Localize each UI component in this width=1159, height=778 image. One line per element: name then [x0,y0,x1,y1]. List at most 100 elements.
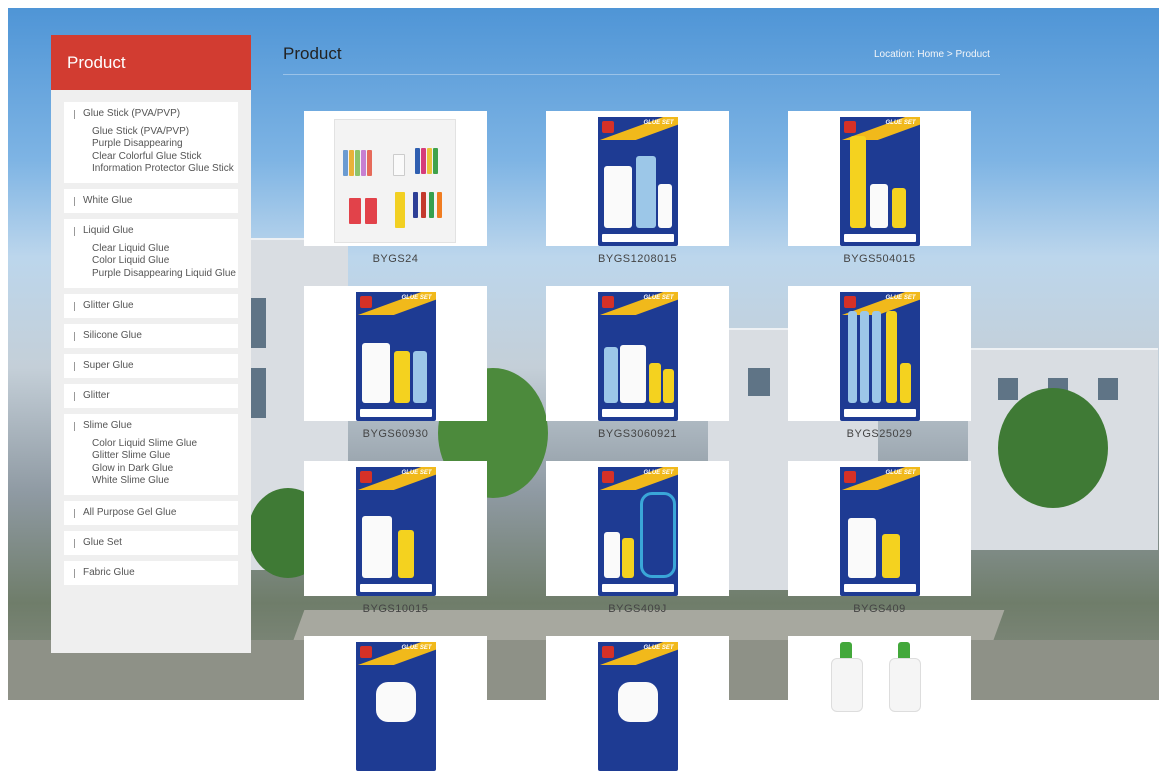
product-image[interactable]: GLUE SET [546,636,729,771]
header-divider [283,74,1000,75]
product-label[interactable]: BYGS25029 [788,428,971,440]
category-silicone-glue: Silicone Glue [64,324,238,349]
bullet-bar-icon [74,421,75,431]
category-link[interactable]: Silicone Glue [74,330,238,342]
subcategory-link[interactable]: Color Liquid Slime Glue [92,438,238,450]
product-image[interactable]: GLUE SET [546,111,729,246]
product-image[interactable]: GLUE SET [304,461,487,596]
glue-set-package-image: GLUE SET [597,642,678,771]
category-all-purpose-gel-glue: All Purpose Gel Glue [64,501,238,526]
category-fabric-glue: Fabric Glue [64,561,238,586]
product-card[interactable]: GLUE SET BYGS504015 [788,111,971,265]
category-link[interactable]: Fabric Glue [74,567,238,579]
product-card[interactable]: GLUE SET BYGS25029 [788,286,971,440]
sidebar-header: Product [51,35,251,90]
subcategory-link[interactable]: Purple Disappearing [92,138,238,150]
bullet-bar-icon [74,109,75,119]
category-list: Glue Stick (PVA/PVP) Glue Stick (PVA/PVP… [51,90,251,586]
subcategory-list: Color Liquid Slime Glue Glitter Slime Gl… [92,438,238,487]
breadcrumb-current-link[interactable]: Product [955,49,989,60]
brand-logo-icon [359,296,372,308]
product-card[interactable]: GLUE SET BYGS1208015 [546,111,729,265]
product-label[interactable]: BYGS60930 [304,428,487,440]
category-link[interactable]: Liquid Glue [74,225,238,237]
product-label[interactable]: BYGS24 [304,253,487,265]
category-glitter: Glitter [64,384,238,409]
package-brand-text: GLUE SET [643,295,674,301]
product-image[interactable]: GLUE SET [788,286,971,421]
breadcrumb-prefix: Location: [874,49,915,60]
category-link[interactable]: Slime Glue [74,420,238,432]
page-title: Product [283,44,342,63]
bullet-bar-icon [74,301,75,311]
product-card[interactable]: GLUE SET BYGS409J [546,461,729,615]
product-image[interactable]: GLUE SET [546,461,729,596]
subcategory-link[interactable]: Glow in Dark Glue [92,463,238,475]
subcategory-link[interactable]: White Slime Glue [92,475,238,487]
glue-set-package-image: GLUE SET [597,117,678,246]
brand-logo-icon [843,471,856,483]
glue-set-package-image: GLUE SET [355,467,436,596]
bullet-bar-icon [74,196,75,206]
category-glue-set: Glue Set [64,531,238,556]
product-image[interactable]: GLUE SET [788,111,971,246]
package-brand-text: GLUE SET [643,120,674,126]
product-card[interactable] [788,636,971,778]
product-image[interactable] [788,636,971,771]
product-image[interactable]: GLUE SET [546,286,729,421]
product-card[interactable]: GLUE SET BYGS409 [788,461,971,615]
glue-set-package-image: GLUE SET [597,292,678,421]
bullet-bar-icon [74,568,75,578]
category-link[interactable]: White Glue [74,195,238,207]
product-card[interactable]: GLUE SET [546,636,729,778]
subcategory-list: Glue Stick (PVA/PVP) Purple Disappearing… [92,126,238,175]
subcategory-link[interactable]: Glitter Slime Glue [92,450,238,462]
product-label[interactable]: BYGS409 [788,603,971,615]
category-super-glue: Super Glue [64,354,238,379]
subcategory-link[interactable]: Clear Liquid Glue [92,243,238,255]
product-image[interactable]: GLUE SET [304,286,487,421]
product-image[interactable]: GLUE SET [304,636,487,771]
glue-set-package-image: GLUE SET [839,467,920,596]
category-glitter-glue: Glitter Glue [64,294,238,319]
package-brand-text: GLUE SET [643,645,674,651]
package-brand-text: GLUE SET [401,295,432,301]
product-label[interactable]: BYGS504015 [788,253,971,265]
bullet-bar-icon [74,331,75,341]
product-label[interactable]: BYGS409J [546,603,729,615]
category-slime-glue: Slime Glue Color Liquid Slime Glue Glitt… [64,414,238,496]
category-link[interactable]: Super Glue [74,360,238,372]
subcategory-link[interactable]: Color Liquid Glue [92,255,238,267]
product-card[interactable]: GLUE SET BYGS60930 [304,286,487,440]
bullet-bar-icon [74,391,75,401]
subcategory-list: Clear Liquid Glue Color Liquid Glue Purp… [92,243,238,280]
bullet-bar-icon [74,361,75,371]
glue-set-package-image: GLUE SET [355,292,436,421]
category-glue-stick: Glue Stick (PVA/PVP) Glue Stick (PVA/PVP… [64,102,238,184]
package-brand-text: GLUE SET [401,470,432,476]
product-label[interactable]: BYGS3060921 [546,428,729,440]
brand-logo-icon [601,296,614,308]
glue-set-package-image: GLUE SET [355,642,436,771]
product-image[interactable] [304,111,487,246]
category-link[interactable]: Glitter Glue [74,300,238,312]
category-link[interactable]: Glue Stick (PVA/PVP) [74,108,238,120]
subcategory-link[interactable]: Information Protector Glue Stick [92,163,238,175]
subcategory-link[interactable]: Clear Colorful Glue Stick [92,151,238,163]
breadcrumb-home-link[interactable]: Home [917,49,944,60]
product-image[interactable]: GLUE SET [788,461,971,596]
category-link[interactable]: Glue Set [74,537,238,549]
product-card[interactable]: BYGS24 [304,111,487,265]
category-liquid-glue: Liquid Glue Clear Liquid Glue Color Liqu… [64,219,238,289]
product-label[interactable]: BYGS10015 [304,603,487,615]
product-card[interactable]: GLUE SET BYGS10015 [304,461,487,615]
product-card[interactable]: GLUE SET BYGS3060921 [546,286,729,440]
category-link[interactable]: All Purpose Gel Glue [74,507,238,519]
package-brand-text: GLUE SET [401,645,432,651]
subcategory-link[interactable]: Glue Stick (PVA/PVP) [92,126,238,138]
glue-set-package-image: GLUE SET [839,292,920,421]
product-label[interactable]: BYGS1208015 [546,253,729,265]
product-card[interactable]: GLUE SET [304,636,487,778]
category-link[interactable]: Glitter [74,390,238,402]
subcategory-link[interactable]: Purple Disappearing Liquid Glue [92,268,238,280]
